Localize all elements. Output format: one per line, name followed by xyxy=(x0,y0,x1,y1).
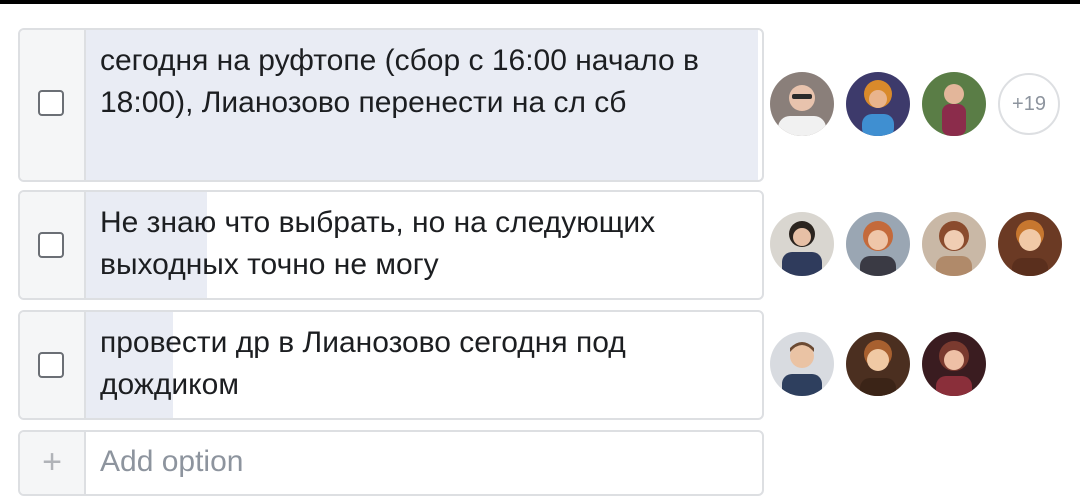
option-checkbox[interactable] xyxy=(38,232,64,258)
voter-avatar[interactable] xyxy=(846,72,910,136)
voter-avatar[interactable] xyxy=(846,332,910,396)
option-checkbox[interactable] xyxy=(38,352,64,378)
option-label: сегодня на руфтопе (сбор с 16:00 начало … xyxy=(100,44,699,119)
top-bar xyxy=(0,0,1080,4)
voter-avatar[interactable] xyxy=(922,72,986,136)
voter-avatar[interactable] xyxy=(922,212,986,276)
voter-avatar[interactable] xyxy=(998,212,1062,276)
voter-avatar[interactable] xyxy=(922,332,986,396)
plus-icon[interactable]: + xyxy=(20,432,84,492)
poll-option-1[interactable]: сегодня на руфтопе (сбор с 16:00 начало … xyxy=(18,28,764,182)
voter-avatar[interactable] xyxy=(846,212,910,276)
checkbox-column xyxy=(20,30,86,180)
plus-column: + xyxy=(20,432,86,494)
check-icon xyxy=(43,97,59,109)
checkbox-column xyxy=(20,312,86,418)
add-option-field[interactable]: + Add option xyxy=(18,430,764,496)
option-label: провести др в Лианозово сегодня под дожд… xyxy=(100,326,626,401)
add-option-placeholder[interactable]: Add option xyxy=(100,432,243,492)
option-checkbox-checked[interactable] xyxy=(38,90,64,116)
voter-avatar[interactable] xyxy=(770,72,834,136)
more-voters-badge[interactable]: +19 xyxy=(998,73,1060,135)
poll-option-3[interactable]: провести др в Лианозово сегодня под дожд… xyxy=(18,310,764,420)
poll-option-2[interactable]: Не знаю что выбрать, но на следующих вых… xyxy=(18,190,764,300)
option-label: Не знаю что выбрать, но на следующих вых… xyxy=(100,206,656,281)
voter-avatar[interactable] xyxy=(770,332,834,396)
checkbox-column xyxy=(20,192,86,298)
voter-avatar[interactable] xyxy=(770,212,834,276)
